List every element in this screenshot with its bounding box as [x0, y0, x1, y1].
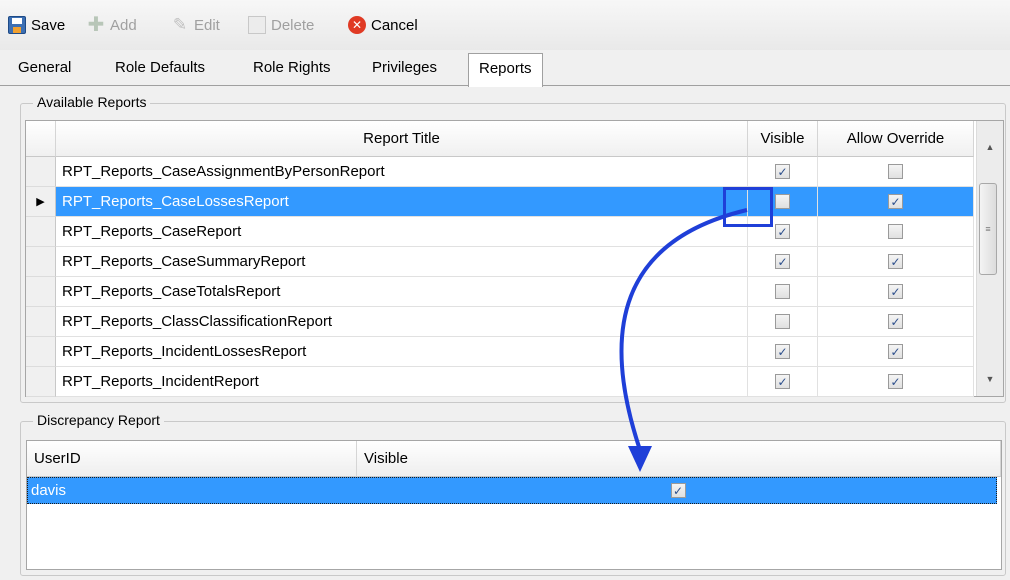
column-header-userid[interactable]: UserID [27, 441, 357, 477]
report-title-cell[interactable]: RPT_Reports_IncidentReport [56, 367, 748, 397]
report-title-cell[interactable]: RPT_Reports_CaseTotalsReport [56, 277, 748, 307]
row-header[interactable] [26, 367, 56, 397]
report-title-cell[interactable]: RPT_Reports_CaseReport [56, 217, 748, 247]
discrepancy-report-grid: UserID Visible davis ✓ [26, 440, 1002, 570]
visible-checkbox[interactable]: ✓ [775, 344, 790, 359]
vertical-scrollbar[interactable]: ▲ ≡ ▼ [976, 121, 1003, 396]
save-label: Save [31, 16, 66, 34]
discrepancy-row[interactable]: davis ✓ [27, 477, 997, 504]
delete-icon [248, 16, 266, 34]
column-header-visible[interactable]: Visible [748, 121, 818, 157]
visible-checkbox[interactable]: ✓ [775, 164, 790, 179]
report-row[interactable]: RPT_Reports_CaseAssignmentByPersonReport… [26, 157, 974, 187]
row-header[interactable] [26, 217, 56, 247]
report-title-cell[interactable]: RPT_Reports_CaseLossesReport [56, 187, 748, 217]
available-reports-grid: Report Title Visible Allow Override RPT_… [25, 120, 1004, 397]
discrepancy-visible-checkbox[interactable]: ✓ [670, 483, 686, 498]
tab-privileges[interactable]: Privileges [362, 57, 447, 86]
allow-override-checkbox[interactable]: ✓ [888, 344, 903, 359]
allow-override-cell[interactable]: ✓ [818, 307, 974, 337]
cancel-icon: ✕ [348, 16, 366, 34]
report-title-cell[interactable]: RPT_Reports_IncidentLossesReport [56, 337, 748, 367]
edit-button[interactable]: ✎ Edit [171, 14, 220, 36]
row-header[interactable] [26, 307, 56, 337]
scroll-up-arrow-icon[interactable]: ▲ [977, 137, 1003, 157]
discrepancy-userid-cell[interactable]: davis [31, 478, 351, 503]
visible-cell[interactable]: ✓ [748, 157, 818, 187]
allow-override-cell[interactable]: ✓ [818, 367, 974, 397]
add-button[interactable]: ✚ Add [87, 14, 137, 36]
allow-override-checkbox[interactable]: ✓ [888, 314, 903, 329]
tab-role-defaults[interactable]: Role Defaults [105, 57, 215, 86]
row-header[interactable] [26, 337, 56, 367]
visible-checkbox[interactable] [775, 284, 790, 299]
allow-override-checkbox[interactable]: ✓ [888, 374, 903, 389]
visible-cell[interactable]: ✓ [748, 337, 818, 367]
allow-override-cell[interactable] [818, 217, 974, 247]
tab-role-rights[interactable]: Role Rights [243, 57, 341, 86]
tab-strip: General Role Defaults Role Rights Privil… [0, 50, 1010, 87]
visible-checkbox[interactable]: ✓ [775, 254, 790, 269]
report-row[interactable]: RPT_Reports_CaseReport ✓ [26, 217, 974, 247]
visible-checkbox[interactable]: ✓ [775, 374, 790, 389]
cancel-button[interactable]: ✕ Cancel [348, 14, 418, 36]
visible-checkbox[interactable] [775, 194, 790, 209]
allow-override-checkbox[interactable]: ✓ [888, 194, 903, 209]
allow-override-checkbox[interactable] [888, 224, 903, 239]
available-reports-legend: Available Reports [33, 94, 151, 110]
save-icon [8, 16, 26, 34]
allow-override-cell[interactable]: ✓ [818, 187, 974, 217]
tab-reports[interactable]: Reports [468, 53, 543, 87]
visible-checkbox[interactable] [775, 314, 790, 329]
edit-label: Edit [194, 16, 220, 34]
visible-checkbox[interactable]: ✓ [775, 224, 790, 239]
visible-cell[interactable]: ✓ [748, 367, 818, 397]
report-row[interactable]: RPT_Reports_IncidentReport ✓ ✓ [26, 367, 974, 397]
visible-cell[interactable]: ✓ [748, 247, 818, 277]
row-header-corner [26, 121, 56, 157]
discrepancy-report-legend: Discrepancy Report [33, 412, 164, 428]
row-header[interactable] [26, 277, 56, 307]
report-title-cell[interactable]: RPT_Reports_CaseAssignmentByPersonReport [56, 157, 748, 187]
add-icon: ✚ [87, 14, 105, 36]
report-row[interactable]: RPT_Reports_ClassClassificationReport ✓ [26, 307, 974, 337]
report-row[interactable]: RPT_Reports_CaseSummaryReport ✓ ✓ [26, 247, 974, 277]
edit-icon: ✎ [172, 15, 188, 34]
delete-label: Delete [271, 16, 315, 34]
report-row[interactable]: ▶ RPT_Reports_CaseLossesReport ✓ [26, 187, 974, 217]
report-row[interactable]: RPT_Reports_CaseTotalsReport ✓ [26, 277, 974, 307]
column-header-allow-override[interactable]: Allow Override [818, 121, 974, 157]
visible-cell[interactable] [748, 277, 818, 307]
report-row[interactable]: RPT_Reports_IncidentLossesReport ✓ ✓ [26, 337, 974, 367]
add-label: Add [110, 16, 137, 34]
highlight-box [723, 187, 773, 227]
toolbar: Save ✚ Add ✎ Edit Delete ✕ Cancel [0, 0, 1010, 50]
row-header[interactable] [26, 247, 56, 277]
report-permissions-window: Save ✚ Add ✎ Edit Delete ✕ Cancel Genera… [0, 0, 1010, 580]
visible-cell[interactable] [748, 307, 818, 337]
report-title-cell[interactable]: RPT_Reports_CaseSummaryReport [56, 247, 748, 277]
column-header-discrepancy-visible[interactable]: Visible [357, 441, 1001, 477]
allow-override-checkbox[interactable]: ✓ [888, 254, 903, 269]
allow-override-cell[interactable]: ✓ [818, 247, 974, 277]
save-button[interactable]: Save [8, 14, 65, 36]
report-title-cell[interactable]: RPT_Reports_ClassClassificationReport [56, 307, 748, 337]
allow-override-cell[interactable]: ✓ [818, 337, 974, 367]
allow-override-checkbox[interactable] [888, 164, 903, 179]
allow-override-cell[interactable]: ✓ [818, 277, 974, 307]
delete-button[interactable]: Delete [248, 14, 314, 36]
tab-general[interactable]: General [8, 57, 81, 86]
scroll-thumb[interactable]: ≡ [979, 183, 997, 275]
allow-override-cell[interactable] [818, 157, 974, 187]
scroll-down-arrow-icon[interactable]: ▼ [977, 369, 1003, 389]
cancel-label: Cancel [371, 16, 418, 34]
allow-override-checkbox[interactable]: ✓ [888, 284, 903, 299]
discrepancy-visible-cell[interactable]: ✓ [358, 478, 998, 503]
row-header[interactable]: ▶ [26, 187, 56, 217]
column-header-report-title[interactable]: Report Title [56, 121, 748, 157]
row-header[interactable] [26, 157, 56, 187]
